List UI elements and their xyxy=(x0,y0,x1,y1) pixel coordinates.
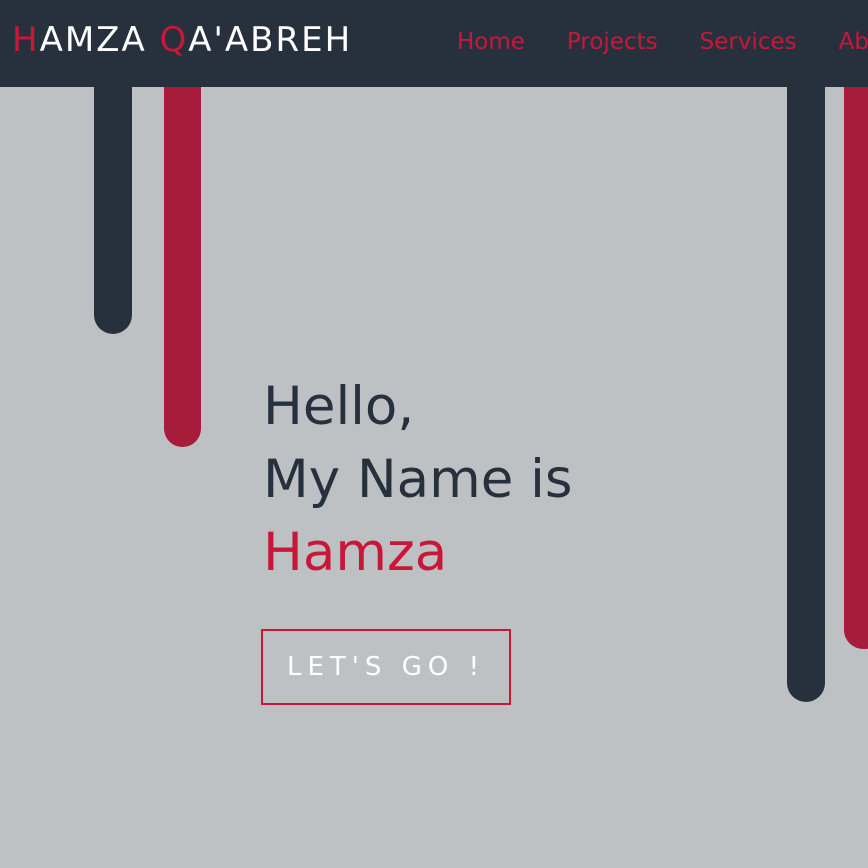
navbar: HAMZA QA'ABREH Home Projects Services Ab… xyxy=(0,0,868,87)
brand-first-initial: H xyxy=(12,20,40,60)
hero-greeting: Hello, xyxy=(263,376,415,437)
brand-logo[interactable]: HAMZA QA'ABREH xyxy=(12,18,352,62)
brand-last-rest: A'ABREH xyxy=(188,20,353,60)
nav-link-about[interactable]: About xyxy=(839,26,868,58)
hero-name: Hamza xyxy=(263,522,448,583)
decorative-red-bar-right xyxy=(844,60,868,649)
nav-links: Home Projects Services About xyxy=(457,26,868,58)
brand-first-rest: AMZA xyxy=(39,20,160,60)
hero-intro: My Name is xyxy=(263,449,573,510)
decorative-red-bar-left xyxy=(164,60,201,447)
nav-link-home[interactable]: Home xyxy=(457,26,525,58)
page: HAMZA QA'ABREH Home Projects Services Ab… xyxy=(0,0,868,868)
nav-link-services[interactable]: Services xyxy=(700,26,797,58)
lets-go-button[interactable]: LET'S GO ! xyxy=(261,629,511,705)
decorative-dark-bar-left xyxy=(94,60,132,334)
hero-heading: Hello, My Name is Hamza xyxy=(263,370,573,589)
brand-last-initial: Q xyxy=(159,20,189,60)
nav-link-projects[interactable]: Projects xyxy=(567,26,658,58)
decorative-dark-bar-right xyxy=(787,60,825,702)
